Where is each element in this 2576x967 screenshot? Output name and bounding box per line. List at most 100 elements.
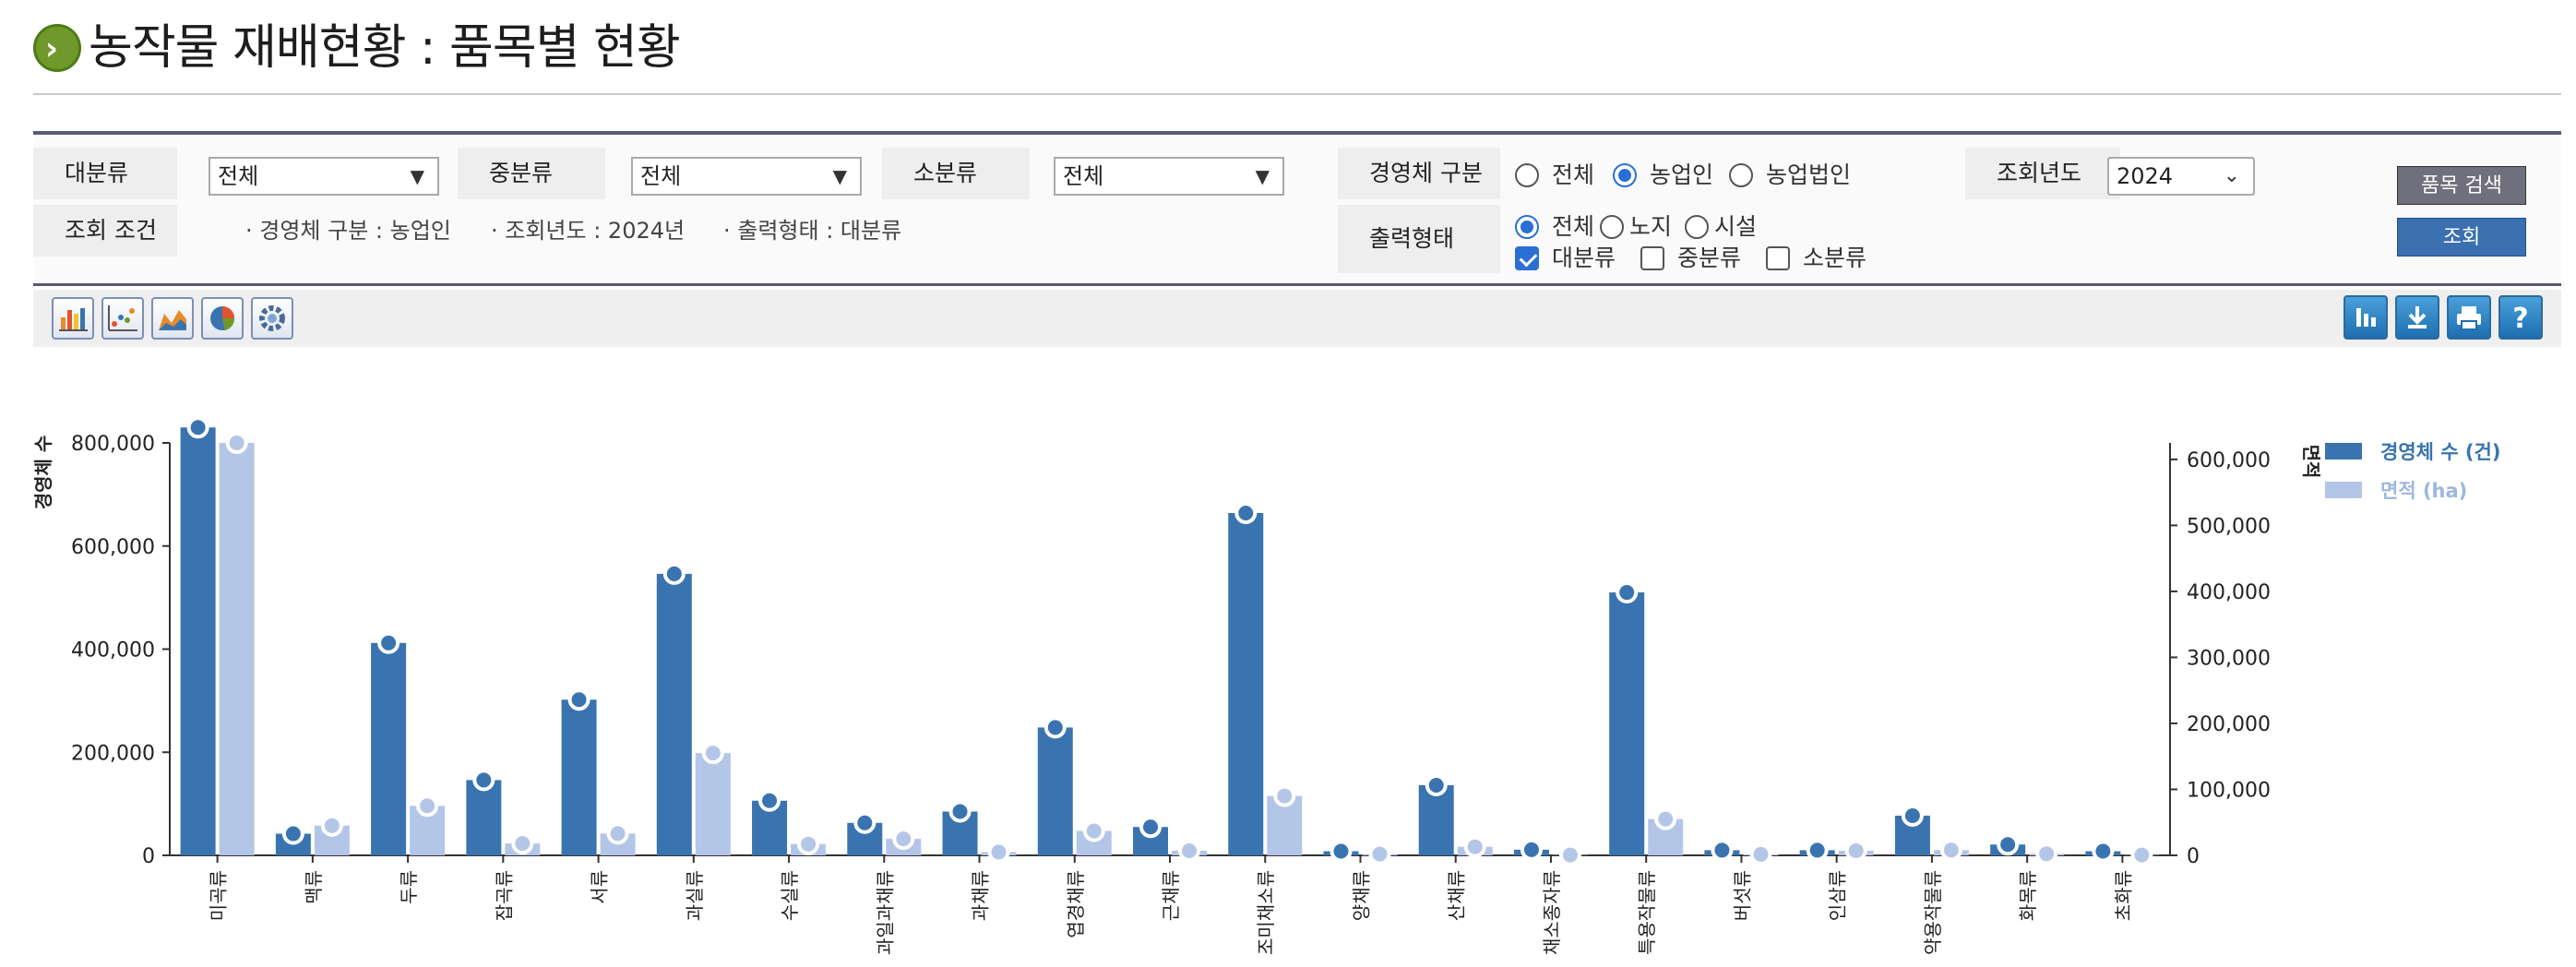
radio-icon xyxy=(1729,163,1753,187)
minor-category-select[interactable]: 전체 ▼ xyxy=(1054,157,1284,196)
point-businesses xyxy=(1044,716,1067,739)
x-tick-label: 과채류 xyxy=(970,870,992,921)
y2-tick-label: 200,000 xyxy=(2187,713,2271,736)
minor-category-value: 전체 xyxy=(1063,163,1104,189)
major-category-select[interactable]: 전체 ▼ xyxy=(209,157,439,196)
point-businesses xyxy=(758,789,781,812)
x-tick-label: 양채류 xyxy=(1350,870,1372,921)
x-tick-label: 맥류 xyxy=(303,870,325,904)
major-category-label: 대분류 xyxy=(33,148,177,199)
scatter-chart-icon[interactable] xyxy=(101,297,144,340)
y-tick-label: 600,000 xyxy=(71,536,155,559)
bar-businesses xyxy=(1228,512,1264,855)
point-area xyxy=(511,832,534,855)
chevron-down-icon: ⌄ xyxy=(2223,164,2240,187)
point-area xyxy=(1273,784,1296,807)
condition-year: · 조회년도 : 2024년 xyxy=(491,218,686,244)
biz-type-label: 경영체 구분 xyxy=(1338,148,1500,199)
x-tick-label: 수실류 xyxy=(779,870,801,921)
point-area xyxy=(225,432,248,454)
legend-label-area: 면적 (ha) xyxy=(2380,480,2467,502)
item-search-button[interactable]: 품목 검색 xyxy=(2397,166,2526,205)
radio-icon xyxy=(1515,163,1539,187)
major-category-value: 전체 xyxy=(218,163,259,189)
point-businesses xyxy=(281,822,304,845)
bar-businesses xyxy=(371,642,407,855)
option-label: 대분류 xyxy=(1552,245,1616,271)
radio-selected-icon xyxy=(1515,215,1539,239)
y-tick-label: 800,000 xyxy=(71,433,155,456)
point-area xyxy=(1463,835,1486,858)
help-icon[interactable]: ? xyxy=(2498,295,2543,340)
point-area xyxy=(320,814,343,837)
output-option-field[interactable]: 노지 xyxy=(1600,210,1672,244)
bar-chart-icon[interactable] xyxy=(52,297,94,340)
point-businesses xyxy=(1520,838,1543,861)
middle-category-value: 전체 xyxy=(640,163,682,189)
radio-icon xyxy=(1600,215,1624,239)
point-area xyxy=(1082,819,1105,842)
option-label: 노지 xyxy=(1629,213,1673,240)
print-icon[interactable] xyxy=(2447,295,2491,340)
y2-tick-label: 400,000 xyxy=(2187,581,2271,604)
point-businesses xyxy=(1711,839,1734,862)
biz-type-option-all[interactable]: 전체 xyxy=(1515,159,1594,192)
download-icon[interactable] xyxy=(2395,295,2439,340)
point-businesses xyxy=(1997,833,2020,856)
legend-swatch-area xyxy=(2325,482,2362,498)
point-businesses xyxy=(377,631,400,654)
search-button[interactable]: 조회 xyxy=(2397,218,2526,257)
x-tick-label: 특용작물류 xyxy=(1636,870,1658,955)
year-select[interactable]: 2024 ⌄ xyxy=(2107,157,2255,196)
bar-businesses xyxy=(1037,727,1073,855)
biz-type-option-farmer[interactable]: 농업인 xyxy=(1613,159,1713,192)
point-area xyxy=(2035,842,2058,866)
output-option-facility[interactable]: 시설 xyxy=(1685,210,1757,244)
point-businesses xyxy=(1901,804,1924,827)
area-chart-icon[interactable] xyxy=(151,297,194,340)
point-businesses xyxy=(1616,581,1639,604)
x-tick-label: 엽경채류 xyxy=(1065,870,1087,938)
point-area xyxy=(1844,839,1867,862)
point-businesses xyxy=(1425,774,1448,797)
y2-tick-label: 300,000 xyxy=(2187,647,2271,670)
bar-area xyxy=(695,753,731,855)
column-chart-icon[interactable] xyxy=(2343,295,2388,340)
point-area xyxy=(701,742,724,765)
settings-icon[interactable] xyxy=(251,297,293,340)
point-area xyxy=(1368,842,1391,866)
point-area xyxy=(1939,839,1962,862)
y2-tick-label: 600,000 xyxy=(2187,449,2271,472)
point-area xyxy=(606,822,629,845)
output-option-all[interactable]: 전체 xyxy=(1515,210,1594,244)
bar-businesses xyxy=(656,573,692,855)
output-check-major[interactable]: 대분류 xyxy=(1515,242,1616,275)
dropdown-arrow-icon: ▼ xyxy=(410,165,424,187)
pie-chart-icon[interactable] xyxy=(201,297,244,340)
option-label: 농업법인 xyxy=(1766,161,1852,188)
y2-tick-label: 100,000 xyxy=(2187,779,2271,802)
option-label: 전체 xyxy=(1552,213,1595,240)
output-check-minor[interactable]: 소분류 xyxy=(1766,242,1866,275)
middle-category-select[interactable]: 전체 ▼ xyxy=(631,157,862,196)
bar-area xyxy=(219,443,255,855)
option-label: 전체 xyxy=(1552,161,1595,188)
output-check-middle[interactable]: 중분류 xyxy=(1640,242,1741,275)
dropdown-arrow-icon: ▼ xyxy=(832,165,847,187)
point-area xyxy=(797,832,820,855)
point-businesses xyxy=(2092,840,2115,863)
x-tick-label: 잡곡류 xyxy=(493,870,515,921)
biz-type-option-corp[interactable]: 농업법인 xyxy=(1729,159,1851,192)
chevron-right-icon: › xyxy=(33,24,81,72)
svg-text:?: ? xyxy=(2512,303,2528,335)
point-area xyxy=(1558,843,1581,866)
bar-businesses xyxy=(1609,592,1645,855)
middle-category-label: 중분류 xyxy=(458,148,605,199)
y-tick-label: 0 xyxy=(142,845,155,868)
x-tick-label: 채소종자류 xyxy=(1541,870,1563,955)
option-label: 중분류 xyxy=(1677,245,1742,271)
minor-category-label: 소분류 xyxy=(882,148,1030,199)
point-businesses xyxy=(186,416,209,439)
year-label: 조회년도 xyxy=(1965,148,2120,199)
option-label: 소분류 xyxy=(1803,245,1867,271)
